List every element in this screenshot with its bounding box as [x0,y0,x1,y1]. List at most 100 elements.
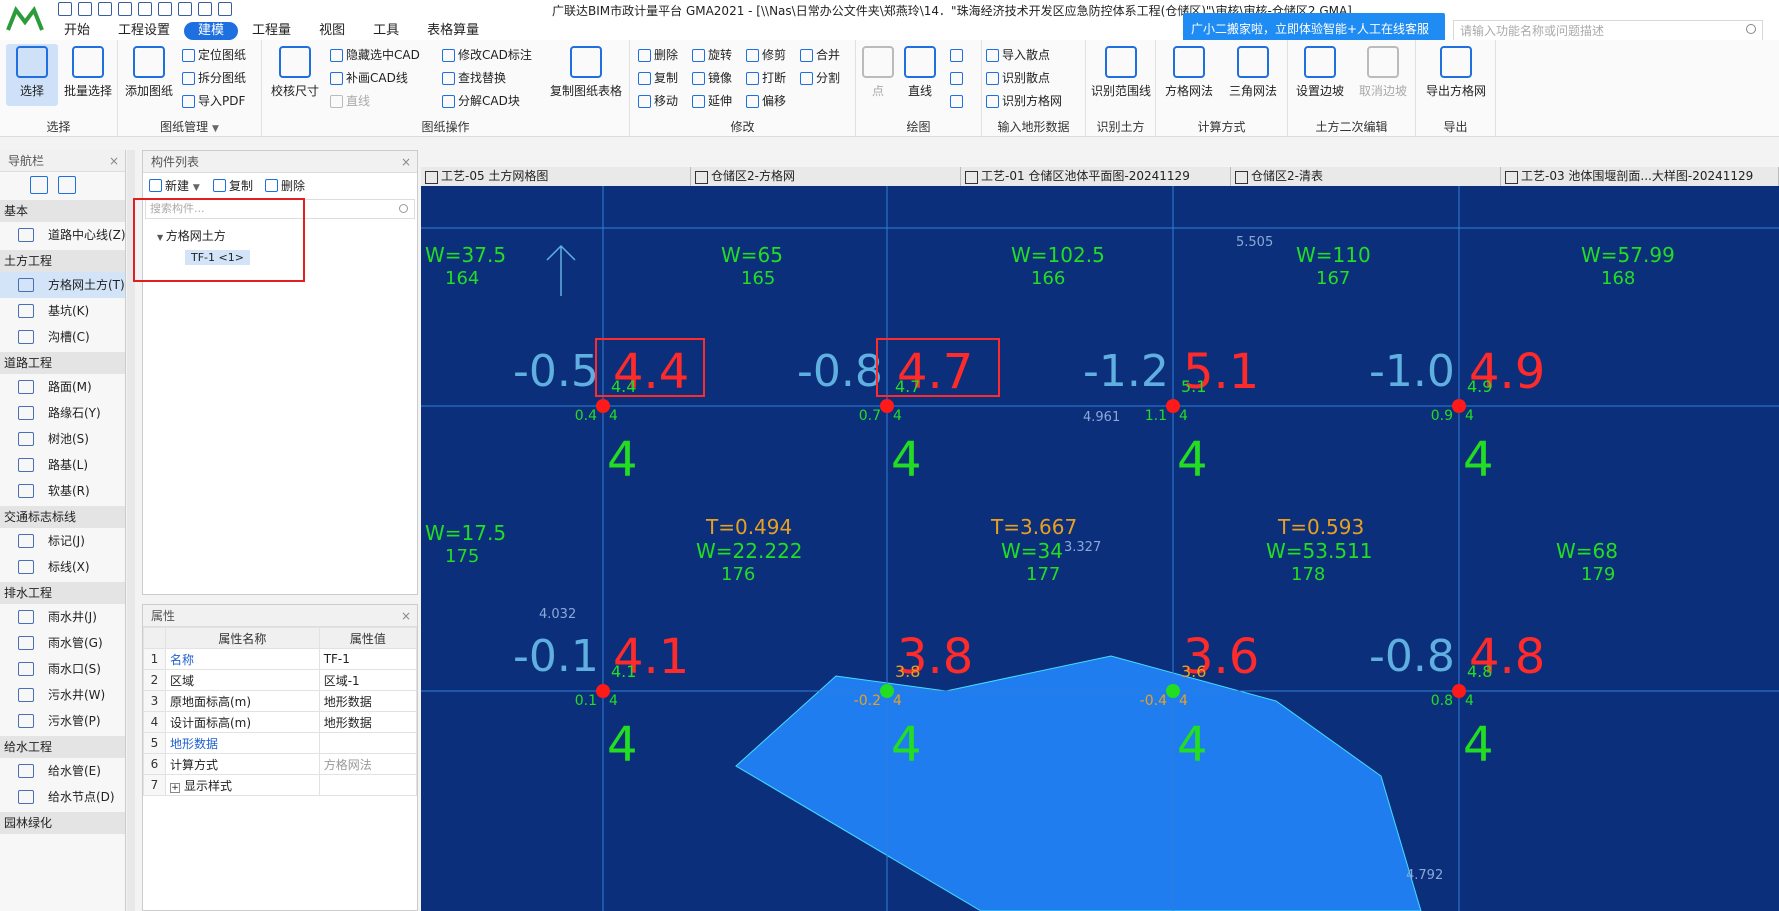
search-icon[interactable] [1746,24,1756,34]
draw-line-button[interactable]: 直线 [900,44,940,106]
property-value[interactable] [318,774,418,796]
modify-item-2[interactable]: 修剪 [744,46,786,64]
modify-item-9[interactable]: 延伸 [690,92,732,110]
grid-method-button[interactable]: 方格网法 [1158,44,1220,106]
menu-tab-1[interactable]: 工程设置 [104,22,184,40]
property-row[interactable]: 5 地形数据 [143,732,418,754]
rectangle-icon[interactable] [948,92,966,110]
property-row[interactable]: 6 计算方式 方格网法 [143,753,418,775]
property-value[interactable]: TF-1 [318,648,418,670]
nav-item[interactable]: 标记(J) [0,528,125,554]
menu-tab-4[interactable]: 视图 [305,22,359,40]
copy-component-button[interactable]: 复制 [211,177,253,194]
collapse-icon[interactable] [6,176,24,194]
new-file-icon[interactable] [78,2,92,16]
line-button-disabled[interactable]: 直线 [328,92,370,110]
modify-item-6[interactable]: 打断 [744,69,786,87]
property-row[interactable]: 7 + 显示样式 [143,774,418,796]
point-button[interactable]: 点 [858,44,898,106]
new-component-button[interactable]: 新建 ▼ [147,177,200,194]
explode-cad-button[interactable]: 分解CAD块 [440,92,520,110]
search-icon[interactable] [399,204,408,213]
triangle-method-button[interactable]: 三角网法 [1222,44,1284,106]
property-value[interactable]: 地形数据 [318,690,418,712]
nav-item[interactable]: 道路中心线(Z) [0,222,126,248]
modify-item-8[interactable]: 移动 [636,92,678,110]
nav-category[interactable]: 基本 [0,200,125,222]
property-value[interactable]: 地形数据 [318,711,418,733]
fill-cad-line-button[interactable]: 补画CAD线 [328,69,408,87]
redo-icon[interactable] [158,2,172,16]
nav-item[interactable]: 软基(R) [0,478,125,504]
hide-cad-button[interactable]: 隐藏选中CAD [328,46,420,64]
import-points-button[interactable]: 导入散点 [984,46,1050,64]
nav-item[interactable]: 给水管(E) [0,758,125,784]
nav-item[interactable]: 树池(S) [0,426,125,452]
locate-drawing-button[interactable]: 定位图纸 [180,46,246,64]
nav-category[interactable]: 排水工程 [0,582,125,604]
detail-view-icon[interactable] [58,176,76,194]
split-drawing-button[interactable]: 拆分图纸 [180,69,246,87]
property-row[interactable]: 1 名称 TF-1 [143,648,418,670]
arc-icon[interactable] [948,46,966,64]
menu-tab-0[interactable]: 开始 [50,22,104,40]
modify-item-5[interactable]: 镜像 [690,69,732,87]
property-value[interactable]: 方格网法 [318,753,418,775]
import-pdf-button[interactable]: 导入PDF [180,92,245,110]
add-drawing-button[interactable]: 添加图纸 [122,44,176,106]
more-icon[interactable] [218,2,232,16]
drawing-tab-2[interactable]: 工艺-01 仓储区池体平面图-20241129 [961,167,1231,186]
close-icon[interactable]: × [401,151,411,173]
property-value[interactable] [318,732,418,754]
nav-item[interactable]: 方格网土方(T) [0,272,125,298]
cad-canvas[interactable]: 4.4 4.4 0.4 4 4 -0.5 4.7 4.7 0.7 4 4 -0.8 5.1 5.1 1.1 4… [421,186,1779,911]
close-icon[interactable]: × [401,605,411,627]
nav-category[interactable]: 给水工程 [0,736,125,758]
circle-icon[interactable] [948,69,966,87]
property-row[interactable]: 4 设计面标高(m) 地形数据 [143,711,418,733]
property-row[interactable]: 3 原地面标高(m) 地形数据 [143,690,418,712]
menu-tab-3[interactable]: 工程量 [238,22,305,40]
menu-tab-2[interactable]: 建模 [184,22,239,40]
nav-category[interactable]: 土方工程 [0,250,125,272]
batch-select-button[interactable]: 批量选择 [60,44,116,106]
drawing-tab-3[interactable]: 仓储区2-清表 [1231,167,1501,186]
save-icon[interactable] [118,2,132,16]
check-size-button[interactable]: 校核尺寸 [266,44,324,106]
modify-item-4[interactable]: 复制 [636,69,678,87]
nav-item[interactable]: 污水管(P) [0,708,125,734]
nav-category[interactable]: 道路工程 [0,352,125,374]
modify-item-1[interactable]: 旋转 [690,46,732,64]
nav-item[interactable]: 沟槽(C) [0,324,125,350]
select-button[interactable]: 选择 [6,44,58,106]
copy-table-button[interactable]: 复制图纸表格 [544,44,628,106]
export-grid-button[interactable]: 导出方格网 [1420,44,1492,106]
modify-item-0[interactable]: 删除 [636,46,678,64]
nav-item[interactable]: 基坑(K) [0,298,125,324]
nav-item[interactable]: 给水节点(D) [0,784,125,810]
nav-item[interactable]: 路缘石(Y) [0,400,125,426]
menu-tab-5[interactable]: 工具 [359,22,413,40]
help-search-input[interactable]: 请输入功能名称或问题描述 [1453,20,1763,42]
drawing-tab-1[interactable]: 仓储区2-方格网 [691,167,961,186]
nav-item[interactable]: 标线(X) [0,554,125,580]
property-value[interactable]: 区域-1 [318,669,418,691]
nav-category[interactable]: 园林绿化 [0,812,125,834]
close-icon[interactable]: × [109,150,119,172]
cancel-slope-button[interactable]: 取消边坡 [1352,44,1414,106]
nav-item[interactable]: 雨水管(G) [0,630,125,656]
nav-item[interactable]: 雨水井(J) [0,604,125,630]
cloud-icon[interactable] [178,2,192,16]
upload-icon[interactable] [58,2,72,16]
delete-component-button[interactable]: 删除 [263,177,305,194]
identify-points-button[interactable]: 识别散点 [984,69,1050,87]
property-row[interactable]: 2 区域 区域-1 [143,669,418,691]
drawing-tab-0[interactable]: 工艺-05 土方网格图 [421,167,691,186]
chevron-down-icon[interactable]: ▼ [212,124,219,134]
undo-icon[interactable] [138,2,152,16]
find-replace-button[interactable]: 查找替换 [440,69,506,87]
nav-item[interactable]: 雨水口(S) [0,656,125,682]
modify-item-3[interactable]: 合并 [798,46,840,64]
menu-tab-6[interactable]: 表格算量 [413,22,493,40]
list-view-icon[interactable] [30,176,48,194]
